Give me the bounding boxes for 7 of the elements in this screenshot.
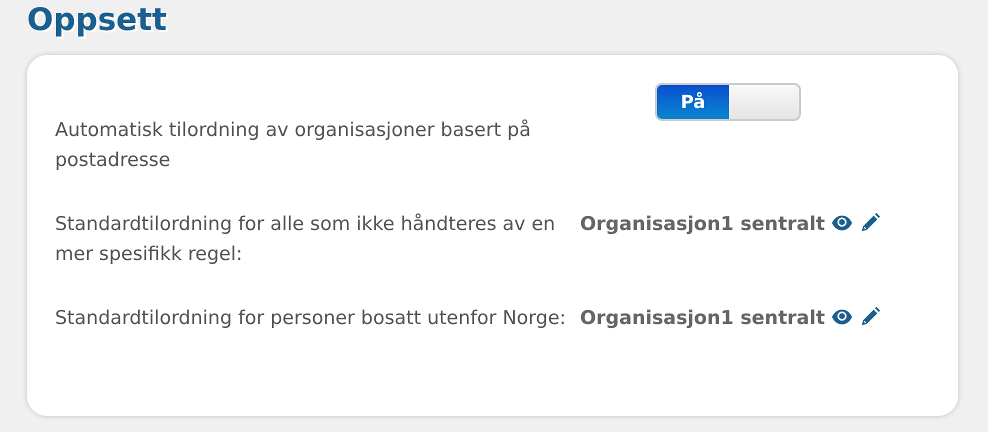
setting-label: Standardtilordning for personer bosatt utenfor Norge:	[55, 306, 567, 331]
assignment-value: Organisasjon1 sentralt	[580, 212, 825, 237]
assignment-value: Organisasjon1 sentralt	[580, 306, 825, 331]
setting-label: Standardtilordning for alle som ikke håndteres av en mer spesifikk regel:	[55, 212, 556, 267]
page-title: Oppsett	[26, 1, 168, 40]
toggle-switch[interactable]: På	[655, 83, 801, 121]
setting-label: Automatisk tilordning av organisasjoner basert på postadresse	[55, 118, 532, 173]
